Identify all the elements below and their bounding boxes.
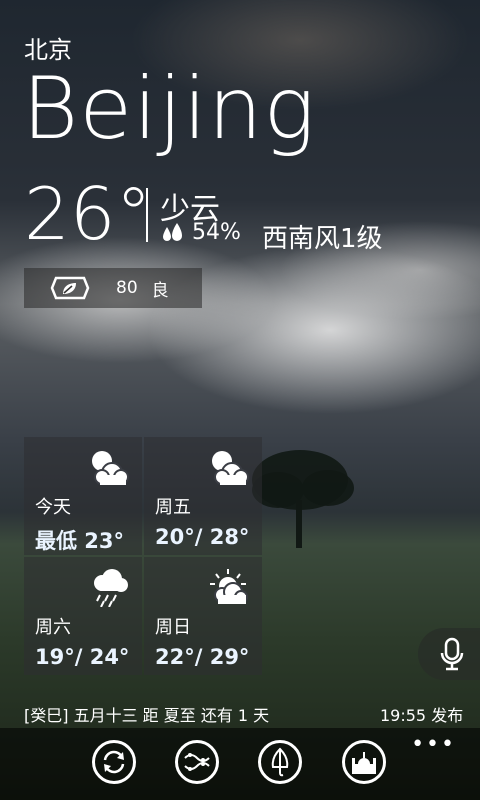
humidity-drops-icon (163, 222, 182, 241)
trend-icon (184, 753, 210, 771)
aqi-level: 良 (151, 280, 169, 301)
forecast-day: 周六 (35, 617, 71, 638)
forecast-friday[interactable]: 周五 20°/ 28° (144, 437, 262, 555)
more-options-button[interactable]: ••• (411, 734, 456, 756)
refresh-button[interactable] (92, 740, 136, 784)
forecast-temp: 19°/ 24° (35, 645, 130, 669)
app-bar: ••• (0, 728, 480, 800)
wind-info: 西南风1级 (262, 224, 383, 254)
publish-time: 19:55 发布 (380, 706, 464, 725)
refresh-icon (103, 750, 125, 774)
forecast-today[interactable]: 今天 最低 23° (24, 437, 142, 555)
sun-behind-cloud-icon (210, 569, 248, 604)
forecast-day: 周五 (155, 497, 191, 518)
partly-cloudy-icon (212, 451, 249, 485)
air-quality-panel[interactable]: 80 良 (24, 268, 202, 308)
umbrella-button[interactable] (258, 740, 302, 784)
lunar-calendar-info: [癸巳] 五月十三 距 夏至 还有 1 天 (24, 706, 270, 725)
partly-cloudy-icon (92, 451, 129, 485)
forecast-day: 周日 (155, 617, 191, 638)
trend-button[interactable] (175, 740, 219, 784)
forecast-temp: 最低 23° (35, 529, 125, 553)
forecast-temp: 20°/ 28° (155, 525, 250, 549)
umbrella-icon (271, 747, 289, 777)
forecast-sunday[interactable]: 周日 22°/ 29° (144, 557, 262, 675)
city-button[interactable] (342, 740, 386, 784)
city-name-english: Beijing (22, 59, 317, 159)
divider (146, 188, 148, 242)
forecast-saturday[interactable]: 周六 19°/ 24° (24, 557, 142, 675)
voice-button[interactable] (418, 628, 480, 680)
microphone-icon (440, 637, 464, 671)
humidity-value: 54% (192, 220, 241, 245)
rain-cloud-icon (94, 569, 128, 607)
aqi-value: 80 (116, 278, 138, 298)
forecast-day: 今天 (35, 497, 71, 518)
forecast-temp: 22°/ 29° (155, 645, 250, 669)
forecast-grid: 今天 最低 23° 周五 20°/ 28° 周六 19°/ 24° 周日 22°… (24, 437, 264, 677)
current-temperature: 26° (24, 172, 152, 256)
humidity: 54% (160, 220, 241, 245)
city-icon (352, 752, 376, 774)
mask-leaf-icon (50, 276, 90, 300)
